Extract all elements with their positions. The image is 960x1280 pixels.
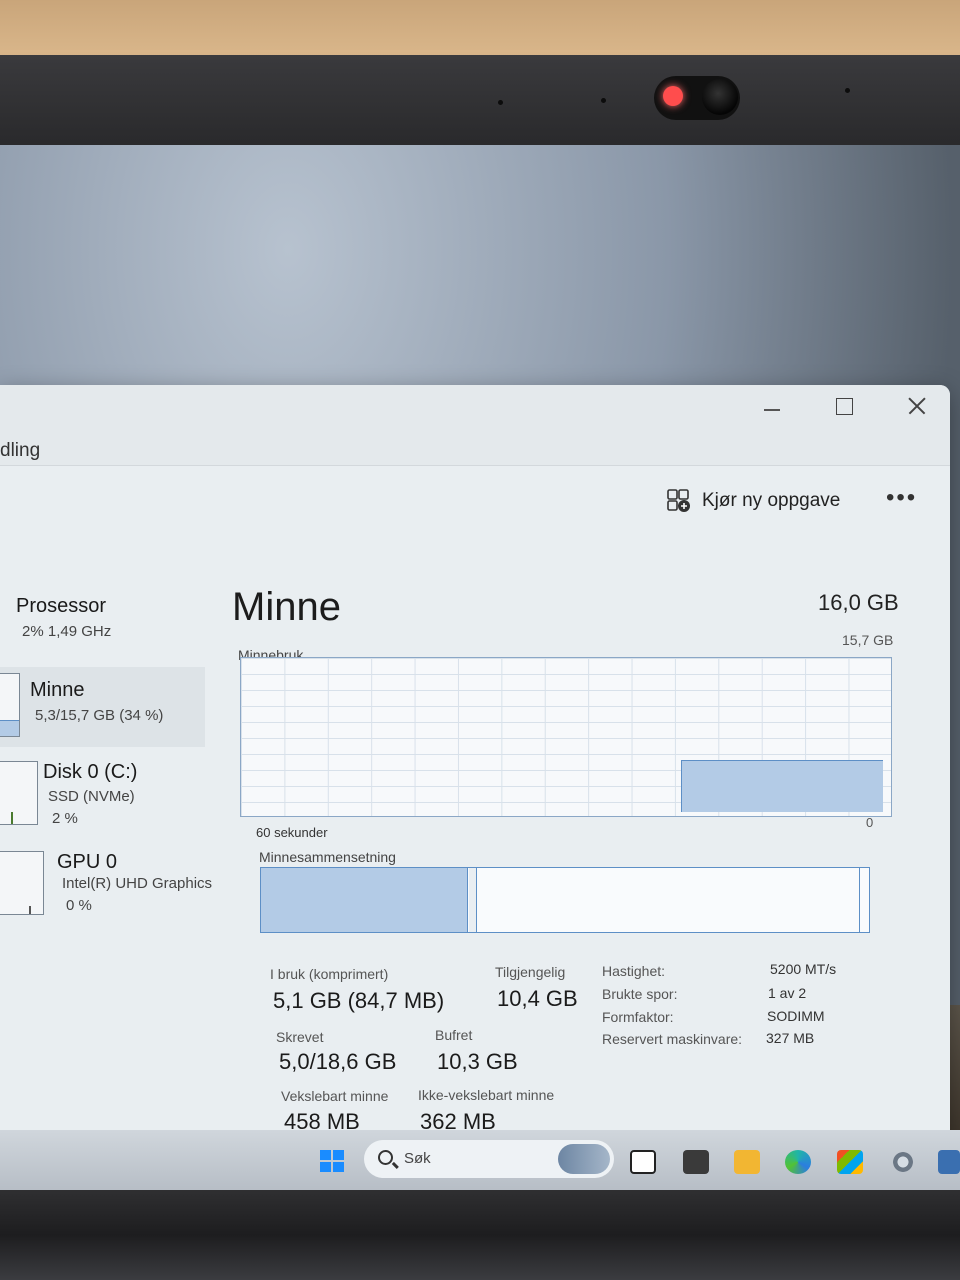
memory-composition-bar [260, 867, 870, 933]
reserved-hw-label: Reservert maskinvare: [602, 1031, 743, 1047]
sidebar-item-disk[interactable]: Disk 0 (C:) SSD (NVMe) 2 % [0, 755, 205, 835]
speed-label: Hastighet: [602, 963, 666, 979]
run-new-task-label: Kjør ny oppgave [702, 490, 841, 511]
run-new-task-button[interactable]: Kjør ny oppgave [666, 488, 840, 514]
paged-pool-label: Vekslebart minne [281, 1088, 389, 1104]
edge-browser-icon[interactable] [785, 1150, 811, 1174]
minimize-button[interactable] [748, 387, 794, 427]
webcam-lens-icon [702, 79, 738, 115]
search-icon [378, 1150, 393, 1165]
task-manager-window: dling Kjør ny oppgave ••• Prosessor 2% 1… [0, 385, 950, 1155]
cached-value: 10,3 GB [437, 1049, 518, 1074]
close-button[interactable] [893, 387, 939, 427]
sidebar-item-gpu[interactable]: GPU 0 Intel(R) UHD Graphics 0 % [0, 845, 212, 925]
search-box[interactable]: Søk [364, 1140, 614, 1178]
composition-in-use [261, 868, 468, 932]
task-view-icon[interactable] [630, 1150, 656, 1174]
available-value: 10,4 GB [497, 986, 578, 1011]
sidebar-item-processor[interactable]: Prosessor 2% 1,49 GHz [0, 585, 205, 665]
new-task-icon [666, 488, 692, 514]
memory-thumbnail-graph [0, 673, 20, 737]
memory-usage-fill [681, 760, 883, 812]
speed-value: 5200 MT/s [770, 961, 837, 977]
composition-modified [468, 868, 477, 932]
graph-zero-label: 0 [866, 815, 874, 830]
window-title: dling [0, 440, 41, 461]
bezel-sensor-dot [601, 98, 606, 103]
sidebar-item-sub: SSD (NVMe) [48, 788, 135, 805]
laptop-chassis [0, 1190, 960, 1280]
graph-time-label: 60 sekunder [256, 825, 328, 840]
in-use-value: 5,1 GB (84,7 MB) [273, 988, 445, 1013]
file-explorer-icon[interactable] [734, 1150, 760, 1174]
sidebar-item-sub: 2% 1,49 GHz [22, 623, 112, 640]
sidebar-item-label: Prosessor [16, 595, 107, 617]
memory-usage-graph [240, 657, 892, 817]
search-highlight-image [558, 1144, 610, 1174]
nonpaged-pool-label: Ikke-vekslebart minne [418, 1087, 555, 1103]
title-bar: dling [0, 385, 950, 465]
form-factor-value: SODIMM [767, 1008, 825, 1024]
memory-composition-label: Minnesammensetning [259, 849, 396, 865]
screen: dling Kjør ny oppgave ••• Prosessor 2% 1… [0, 145, 960, 1190]
slots-value: 1 av 2 [768, 985, 807, 1001]
cached-label: Bufret [435, 1027, 473, 1043]
start-icon[interactable] [320, 1150, 346, 1174]
page-title: Minne [232, 585, 341, 629]
bezel-sensor-dot [498, 100, 503, 105]
more-options-icon[interactable]: ••• [886, 484, 917, 512]
reserved-hw-value: 327 MB [766, 1030, 815, 1046]
sidebar-item-sub2: 2 % [52, 810, 78, 827]
sidebar-item-sub2: 0 % [66, 897, 92, 914]
sidebar-item-sub: Intel(R) UHD Graphics [62, 875, 213, 892]
slots-label: Brukte spor: [602, 986, 678, 1002]
committed-value: 5,0/18,6 GB [279, 1049, 397, 1074]
disk-thumbnail-graph [0, 761, 38, 825]
search-placeholder: Søk [404, 1150, 431, 1167]
graph-max-label: 15,7 GB [842, 632, 894, 648]
available-label: Tilgjengelig [495, 964, 566, 980]
sidebar-item-sub: 5,3/15,7 GB (34 %) [35, 707, 164, 724]
taskbar: Søk [0, 1130, 960, 1190]
sidebar-item-label: Disk 0 (C:) [43, 761, 138, 783]
maximize-button[interactable] [820, 387, 866, 427]
sidebar-item-label: GPU 0 [57, 851, 118, 873]
settings-gear-icon[interactable] [890, 1150, 916, 1174]
composition-reserved [859, 868, 867, 932]
gpu-thumbnail-graph [0, 851, 44, 915]
store-icon[interactable] [837, 1150, 863, 1174]
app-icon[interactable] [938, 1150, 960, 1174]
in-use-label: I bruk (komprimert) [270, 966, 389, 982]
toolbar: Kjør ny oppgave ••• [0, 465, 950, 535]
total-memory: 16,0 GB [818, 590, 899, 615]
committed-label: Skrevet [276, 1029, 324, 1045]
webcam-led-icon [663, 86, 683, 106]
widgets-icon[interactable] [683, 1150, 709, 1174]
sidebar-item-memory[interactable]: Minne 5,3/15,7 GB (34 %) [0, 667, 205, 747]
form-factor-label: Formfaktor: [602, 1009, 674, 1025]
sidebar-item-label: Minne [30, 679, 85, 701]
bezel-sensor-dot [845, 88, 850, 93]
